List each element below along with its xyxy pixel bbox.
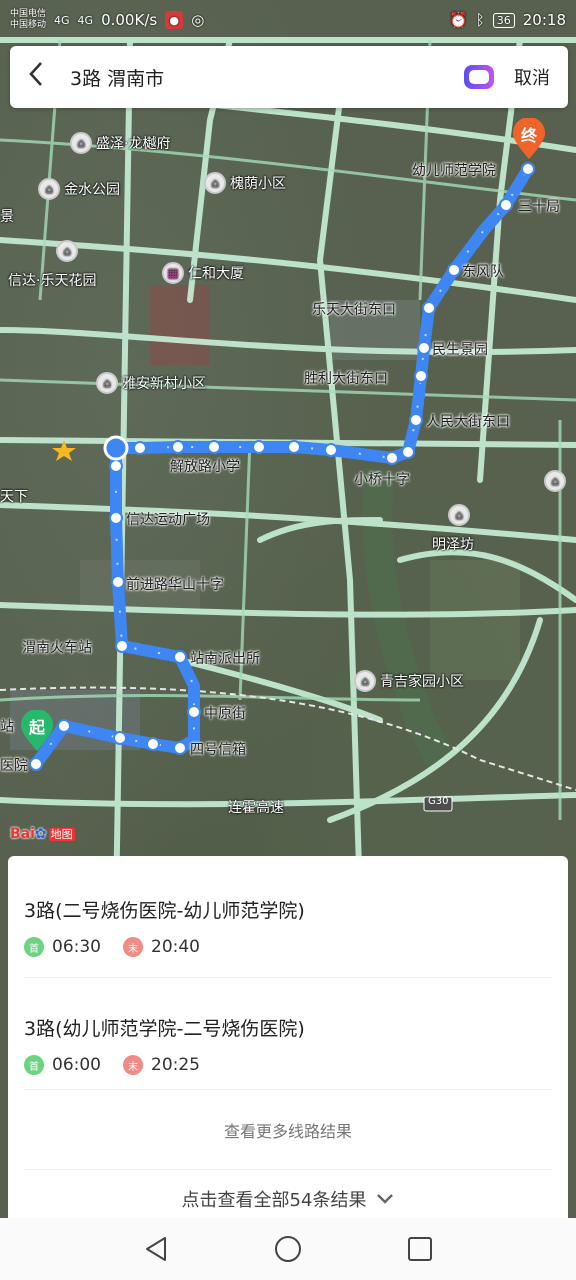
building-icon: ⌂ — [70, 132, 92, 154]
map-place[interactable]: ⌂ 槐荫小区 — [204, 172, 286, 194]
stop-label[interactable]: 民生景园 — [432, 339, 488, 359]
map-place[interactable]: 明泽坊 — [432, 534, 474, 554]
route-name: 3路(幼儿师范学院-二号烧伤医院) — [24, 1018, 305, 1040]
circle-home-icon — [275, 1236, 301, 1262]
stop-label[interactable]: 人民大街东口 — [426, 411, 510, 431]
baidu-map-logo: Bai✿ 地图 — [10, 826, 75, 842]
highway-shield-label: G30 — [428, 796, 449, 807]
map-place[interactable]: 天下 — [0, 486, 28, 506]
map-place[interactable]: ⌂ 盛泽·龙樾府 — [70, 132, 170, 154]
map-place[interactable]: ⌂ 金水公园 — [38, 178, 120, 200]
carrier-info: 中国电信 中国移动 — [10, 9, 47, 30]
signal-icon: 4G — [77, 13, 94, 27]
voice-assistant-icon[interactable] — [464, 65, 494, 89]
stop-label[interactable]: 解放路小学 — [170, 456, 240, 476]
stop-label[interactable]: 信达运动广场 — [126, 509, 210, 529]
stop-label[interactable]: 胜利大街东口 — [304, 368, 388, 388]
chevron-down-icon — [377, 1194, 394, 1204]
start-marker[interactable]: 起 — [20, 710, 54, 752]
status-bar: 中国电信 中国移动 4G 4G 0.00K/s ● ◎ ⏰ ᛒ 36 20:18 — [0, 0, 576, 40]
route-result-item[interactable]: 3路(二号烧伤医院-幼儿师范学院) 首 06:30 末 20:40 — [24, 856, 552, 978]
end-marker[interactable]: 终 — [512, 118, 546, 160]
park-icon: ⌂ — [38, 178, 60, 200]
first-bus-time: 06:00 — [52, 1055, 101, 1075]
building-icon: ⌂ — [544, 470, 566, 492]
map-place[interactable]: ▦ 仁和大厦 — [162, 262, 244, 284]
stop-label[interactable]: 前进路华山十字 — [126, 574, 224, 594]
back-arrow-icon — [29, 61, 42, 86]
map-road-label: 连霍高速 — [228, 800, 284, 816]
last-bus-badge: 末 — [123, 937, 143, 957]
alarm-icon: ⏰ — [449, 11, 468, 29]
stop-label[interactable]: 乐天大街东口 — [312, 299, 396, 319]
nav-home-button[interactable] — [268, 1229, 308, 1269]
cancel-button[interactable]: 取消 — [514, 64, 550, 90]
map-place[interactable]: ⌂ — [544, 470, 566, 492]
map-place[interactable]: ⌂ 青吉家园小区 — [354, 670, 464, 692]
first-bus-badge: 首 — [24, 937, 44, 957]
stop-label[interactable]: 中原街 — [204, 703, 246, 723]
stop-label[interactable]: 渭南火车站 — [22, 637, 92, 657]
square-recents-icon — [408, 1237, 432, 1261]
stop-label[interactable]: 东风队 — [462, 261, 504, 281]
building-icon: ⌂ — [56, 240, 78, 262]
first-bus-time: 06:30 — [52, 937, 101, 957]
office-icon: ▦ — [162, 262, 184, 284]
microphone-icon: ● — [165, 11, 184, 29]
stop-label[interactable]: 小桥十字 — [354, 469, 410, 489]
building-icon: ⌂ — [96, 372, 118, 394]
battery-icon: 36 — [492, 12, 515, 28]
start-marker-label: 起 — [28, 718, 45, 737]
last-bus-time: 20:40 — [151, 937, 200, 957]
stop-label[interactable]: 医院 — [0, 755, 28, 775]
last-bus-time: 20:25 — [151, 1055, 200, 1075]
back-button[interactable] — [28, 61, 58, 94]
search-query[interactable]: 3路 渭南市 — [70, 64, 164, 91]
building-icon: ⌂ — [354, 670, 376, 692]
map-place[interactable]: ⌂ — [448, 504, 470, 526]
map-place[interactable]: ⌂ 信达·乐天花园 — [8, 240, 96, 290]
clock: 20:18 — [522, 11, 566, 29]
triangle-back-icon — [146, 1237, 166, 1261]
current-location-icon — [103, 435, 129, 461]
stop-label[interactable]: 幼儿师范学院 — [412, 160, 496, 180]
system-navigation-bar — [0, 1218, 576, 1280]
result-panel: 3路(二号烧伤医院-幼儿师范学院) 首 06:30 末 20:40 3路(幼儿师… — [8, 856, 568, 1218]
map-place[interactable]: ⌂ 雅安新村小区 — [96, 372, 206, 394]
last-bus-badge: 末 — [123, 1055, 143, 1075]
more-routes-link[interactable]: 查看更多线路结果 — [24, 1090, 552, 1170]
first-bus-badge: 首 — [24, 1055, 44, 1075]
stop-label[interactable]: 四号信箱 — [190, 739, 246, 759]
bluetooth-icon: ᛒ — [475, 11, 485, 29]
route-result-item[interactable]: 3路(幼儿师范学院-二号烧伤医院) 首 06:00 末 20:25 — [24, 978, 552, 1090]
building-icon: ⌂ — [448, 504, 470, 526]
route-name: 3路(二号烧伤医院-幼儿师范学院) — [24, 900, 305, 922]
nav-recents-button[interactable] — [400, 1229, 440, 1269]
signal-icon: 4G — [54, 13, 70, 27]
nav-back-button[interactable] — [136, 1229, 176, 1269]
building-icon: ⌂ — [204, 172, 226, 194]
map-place[interactable]: 景 — [0, 206, 14, 226]
stop-label[interactable]: 站南派出所 — [190, 648, 260, 668]
net-speed: 0.00K/s — [101, 11, 158, 29]
stop-label[interactable]: 站 — [0, 716, 14, 736]
nfc-icon: ◎ — [191, 11, 205, 29]
search-bar[interactable]: 3路 渭南市 取消 — [10, 46, 568, 108]
end-marker-label: 终 — [520, 126, 537, 145]
stop-label[interactable]: 三十局 — [518, 196, 560, 216]
paw-icon: ✿ — [34, 826, 47, 842]
